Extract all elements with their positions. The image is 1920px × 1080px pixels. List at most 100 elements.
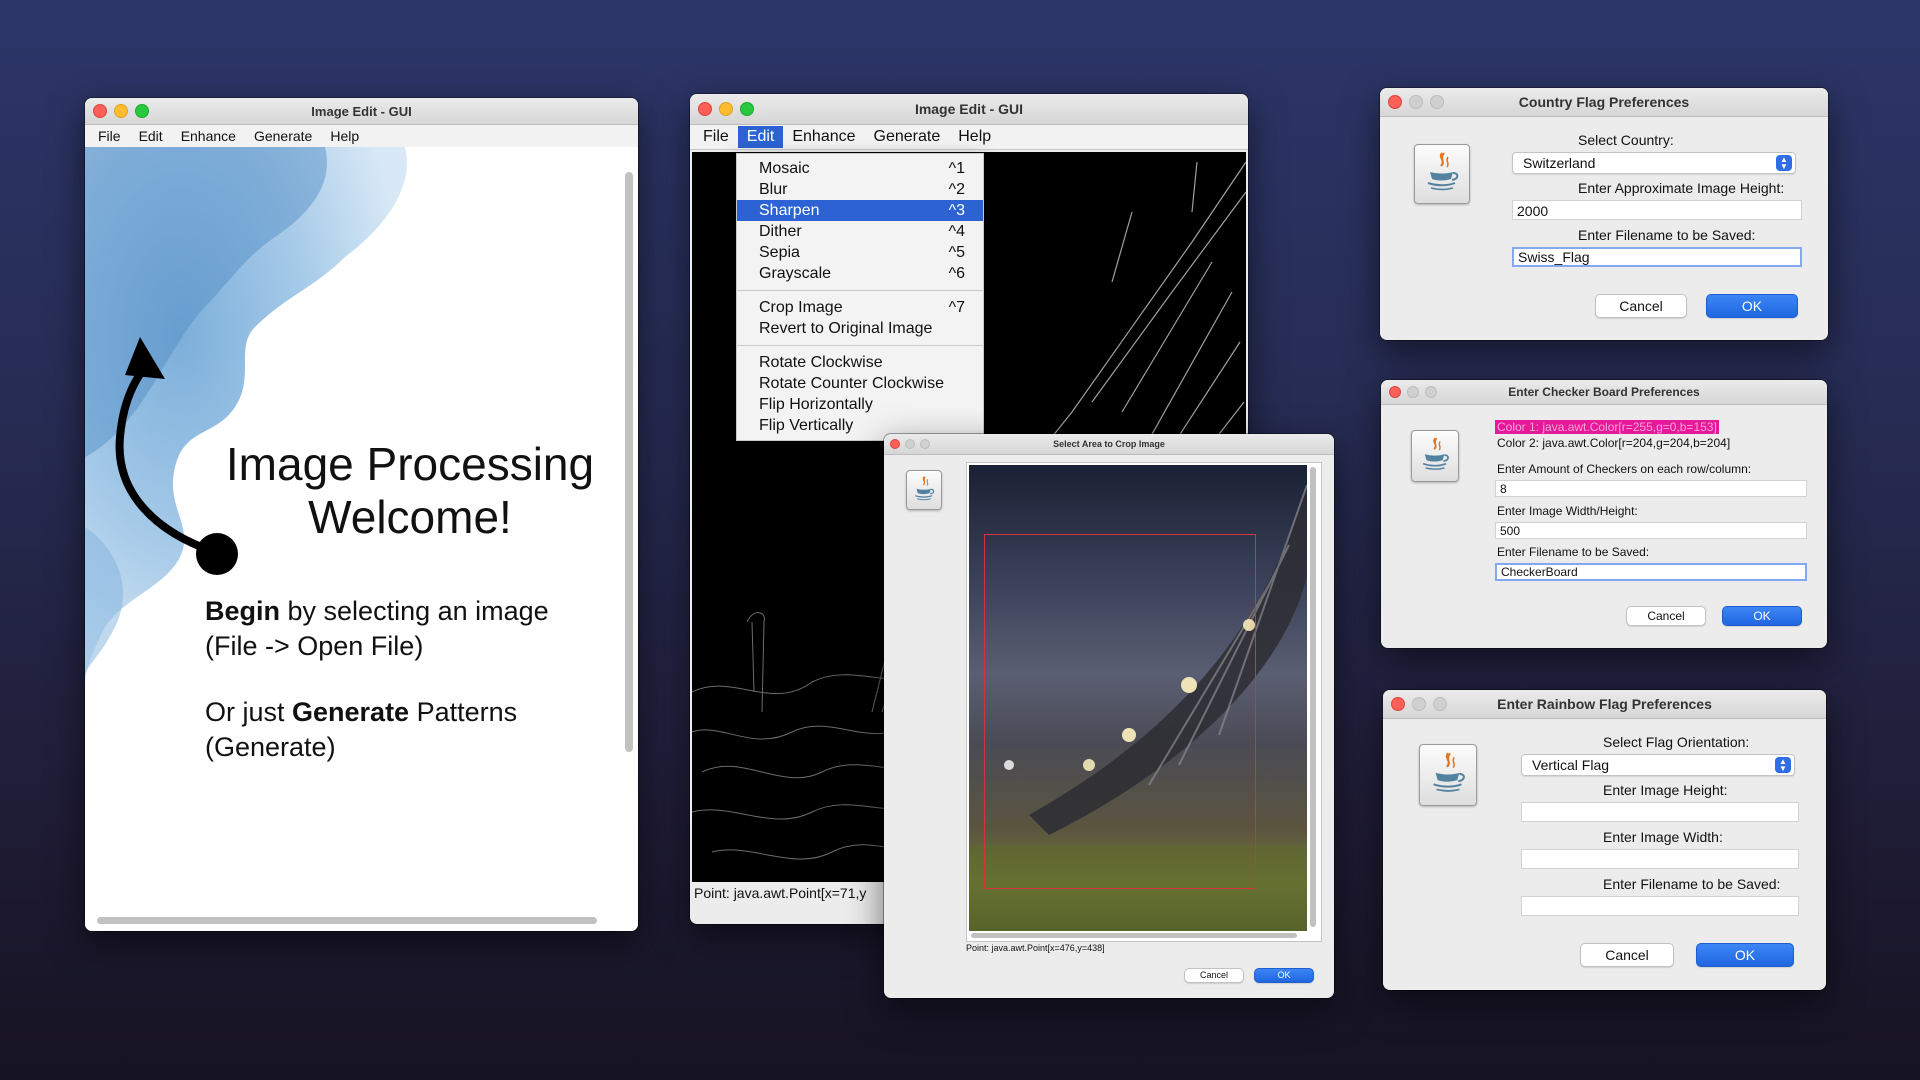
menu-edit[interactable]: Edit: [737, 126, 784, 148]
menu-bar: File Edit Enhance Generate Help: [85, 125, 638, 148]
menu-item-label: Rotate Counter Clockwise: [759, 375, 944, 392]
menu-item-blur[interactable]: Blur ^2: [737, 179, 983, 200]
menu-item-mosaic[interactable]: Mosaic ^1: [737, 158, 983, 179]
filename-label: Enter Filename to be Saved:: [1497, 545, 1650, 559]
width-field[interactable]: [1521, 849, 1799, 869]
title-bar[interactable]: Country Flag Preferences: [1380, 88, 1828, 117]
menu-item-flip-vertically[interactable]: Flip Vertically: [737, 415, 983, 436]
size-field[interactable]: 500: [1495, 522, 1807, 539]
minimize-icon[interactable]: [719, 102, 733, 116]
vertical-scrollbar[interactable]: [1310, 467, 1316, 927]
title-bar[interactable]: Enter Checker Board Preferences: [1381, 380, 1827, 405]
zoom-icon[interactable]: [740, 102, 754, 116]
menu-item-label: Dither: [759, 223, 802, 240]
ok-button[interactable]: OK: [1254, 968, 1314, 983]
menu-item-flip-horizontally[interactable]: Flip Horizontally: [737, 394, 983, 415]
menu-item-sharpen[interactable]: Sharpen ^3: [737, 200, 983, 221]
amount-field[interactable]: 8: [1495, 480, 1807, 497]
dialog-title: Country Flag Preferences: [1518, 94, 1690, 110]
menu-help[interactable]: Help: [321, 126, 368, 146]
close-icon[interactable]: [1388, 95, 1402, 109]
filename-label: Enter Filename to be Saved:: [1603, 876, 1781, 892]
minimize-icon[interactable]: [1409, 95, 1423, 109]
ok-button[interactable]: OK: [1696, 943, 1794, 967]
menu-item-dither[interactable]: Dither ^4: [737, 221, 983, 242]
close-icon[interactable]: [1391, 697, 1405, 711]
window-title: Image Edit - GUI: [311, 103, 412, 119]
height-field[interactable]: 2000: [1512, 200, 1802, 220]
cancel-button[interactable]: Cancel: [1626, 606, 1706, 626]
begin-rest: by selecting an image: [280, 596, 549, 626]
zoom-icon[interactable]: [1430, 95, 1444, 109]
menu-generate[interactable]: Generate: [245, 126, 321, 146]
close-icon[interactable]: [93, 104, 107, 118]
title-bar[interactable]: Image Edit - GUI: [85, 98, 638, 125]
title-bar[interactable]: Select Area to Crop Image: [884, 434, 1334, 455]
java-cup-icon: [1414, 144, 1470, 204]
dialog-title: Select Area to Crop Image: [1053, 439, 1165, 449]
menu-file[interactable]: File: [694, 126, 738, 148]
menu-item-label: Mosaic: [759, 160, 810, 177]
vertical-scrollbar[interactable]: [625, 172, 633, 752]
menu-item-shortcut: ^4: [948, 223, 965, 240]
minimize-icon[interactable]: [1412, 697, 1426, 711]
menu-edit[interactable]: Edit: [130, 126, 172, 146]
zoom-icon[interactable]: [1425, 386, 1437, 398]
color1-label[interactable]: Color 1: java.awt.Color[r=255,g=0,b=153]: [1495, 420, 1719, 434]
menu-item-crop-image[interactable]: Crop Image ^7: [737, 297, 983, 318]
title-bar[interactable]: Image Edit - GUI: [690, 94, 1248, 125]
zoom-icon[interactable]: [135, 104, 149, 118]
title-bar[interactable]: Enter Rainbow Flag Preferences: [1383, 690, 1826, 719]
menu-item-shortcut: ^5: [948, 244, 965, 261]
menu-enhance[interactable]: Enhance: [783, 126, 864, 148]
close-icon[interactable]: [698, 102, 712, 116]
menu-help[interactable]: Help: [949, 126, 1000, 148]
welcome-canvas: Image Processing Welcome! Begin by selec…: [85, 147, 638, 931]
orientation-select[interactable]: Vertical Flag ▲ ▼: [1521, 754, 1795, 776]
menu-item-rotate-clockwise[interactable]: Rotate Clockwise: [737, 352, 983, 373]
size-label: Enter Image Width/Height:: [1497, 504, 1638, 518]
horizontal-scrollbar[interactable]: [971, 933, 1297, 938]
cancel-button[interactable]: Cancel: [1580, 943, 1674, 967]
minimize-icon[interactable]: [905, 439, 915, 449]
height-label: Enter Approximate Image Height:: [1578, 180, 1785, 196]
zoom-icon[interactable]: [920, 439, 930, 449]
height-field[interactable]: [1521, 802, 1799, 822]
menu-item-label: Sharpen: [759, 202, 820, 219]
minimize-icon[interactable]: [114, 104, 128, 118]
crop-image-frame: [966, 462, 1322, 942]
menu-generate[interactable]: Generate: [865, 126, 950, 148]
cancel-button[interactable]: Cancel: [1184, 968, 1244, 983]
minimize-icon[interactable]: [1407, 386, 1419, 398]
zoom-icon[interactable]: [1433, 697, 1447, 711]
crop-image[interactable]: [969, 465, 1307, 931]
color2-label[interactable]: Color 2: java.awt.Color[r=204,g=204,b=20…: [1497, 436, 1730, 450]
filename-field[interactable]: CheckerBoard: [1495, 563, 1807, 581]
country-select[interactable]: Switzerland ▲ ▼: [1512, 152, 1796, 174]
begin-bold: Begin: [205, 596, 281, 626]
crop-selection-rectangle[interactable]: [984, 534, 1256, 889]
select-arrows-icon: ▲ ▼: [1775, 757, 1791, 773]
filename-field[interactable]: [1521, 896, 1799, 916]
menu-item-shortcut: ^1: [948, 160, 965, 177]
menu-item-shortcut: ^2: [948, 181, 965, 198]
amount-label: Enter Amount of Checkers on each row/col…: [1497, 462, 1752, 476]
filename-field[interactable]: Swiss_Flag: [1512, 247, 1802, 267]
ok-button[interactable]: OK: [1706, 294, 1798, 318]
menu-item-sepia[interactable]: Sepia ^5: [737, 242, 983, 263]
close-icon[interactable]: [890, 439, 900, 449]
or-line2: (Generate): [205, 732, 336, 762]
horizontal-scrollbar[interactable]: [97, 917, 597, 924]
cancel-button[interactable]: Cancel: [1595, 294, 1687, 318]
or-bold: Generate: [292, 697, 410, 727]
menu-file[interactable]: File: [89, 126, 130, 146]
generate-instruction: Or just Generate Patterns (Generate): [205, 695, 517, 765]
checker-board-dialog: Enter Checker Board Preferences Color 1:…: [1381, 380, 1827, 648]
menu-item-rotate-counter-clockwise[interactable]: Rotate Counter Clockwise: [737, 373, 983, 394]
menu-item-grayscale[interactable]: Grayscale ^6: [737, 263, 983, 284]
width-label: Enter Image Width:: [1603, 829, 1723, 845]
close-icon[interactable]: [1389, 386, 1401, 398]
ok-button[interactable]: OK: [1722, 606, 1802, 626]
menu-item-revert-to-original-image[interactable]: Revert to Original Image: [737, 318, 983, 339]
menu-enhance[interactable]: Enhance: [172, 126, 245, 146]
